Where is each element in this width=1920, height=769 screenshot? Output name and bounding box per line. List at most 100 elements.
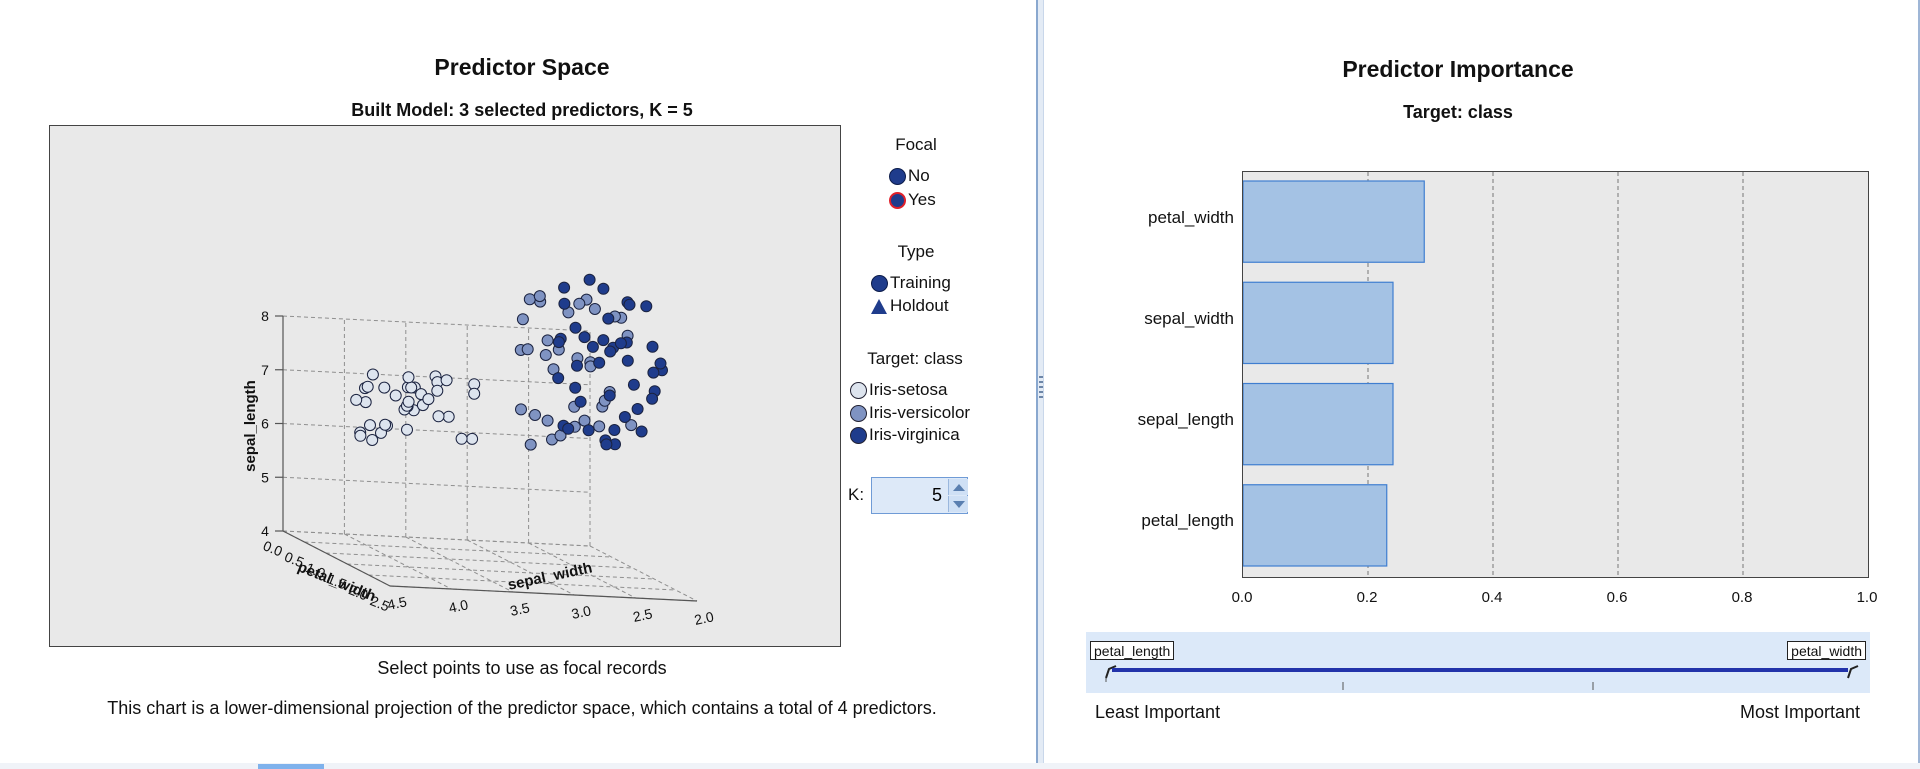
setosa-point[interactable] — [366, 368, 379, 381]
target-virginica-label: Iris-virginica — [869, 425, 960, 444]
versicolor-point[interactable] — [516, 313, 529, 326]
versicolor-point[interactable] — [533, 290, 546, 303]
setosa-point[interactable] — [402, 395, 415, 408]
virginica-point[interactable] — [574, 395, 587, 408]
setosa-point[interactable] — [431, 384, 444, 397]
virginica-point[interactable] — [597, 334, 610, 347]
target-legend-versicolor: Iris-versicolor — [850, 403, 970, 423]
y-axis-title: sepal_width — [506, 559, 594, 593]
splitter-grip-icon — [1039, 376, 1043, 400]
setosa-circle-icon — [850, 381, 867, 399]
setosa-point[interactable] — [466, 432, 479, 445]
virginica-point[interactable] — [635, 425, 648, 438]
k-decrement-button[interactable] — [948, 496, 968, 512]
versicolor-point[interactable] — [523, 293, 536, 306]
virginica-point[interactable] — [623, 298, 636, 311]
versicolor-point[interactable] — [541, 414, 554, 427]
virginica-point[interactable] — [647, 366, 660, 379]
y-tick-label: 3.5 — [509, 599, 532, 619]
slider-track[interactable] — [1086, 632, 1870, 693]
virginica-point[interactable] — [593, 356, 606, 369]
z-tick-label: 7 — [261, 362, 269, 378]
bar-sepal_length[interactable] — [1243, 382, 1394, 466]
virginica-point[interactable] — [618, 411, 631, 423]
scatter-3d-frame[interactable]: 4 5 6 7 8 0.0 0.5 1.0 1.5 2.0 2.5 4.5 4.0 3.5 3.0 2.5 2.… — [49, 125, 841, 647]
virginica-point[interactable] — [582, 424, 595, 437]
virginica-point[interactable] — [640, 300, 653, 313]
k-input[interactable] — [874, 480, 946, 511]
versicolor-point[interactable] — [524, 438, 537, 451]
virginica-point[interactable] — [571, 359, 583, 372]
y-tick-label: 4.5 — [386, 593, 409, 613]
setosa-point[interactable] — [350, 393, 363, 406]
setosa-point[interactable] — [455, 432, 468, 445]
virginica-point[interactable] — [597, 282, 610, 295]
setosa-point[interactable] — [354, 429, 367, 442]
virginica-point[interactable] — [569, 381, 582, 394]
virginica-point[interactable] — [583, 273, 596, 286]
versicolor-point[interactable] — [539, 349, 552, 361]
virginica-point[interactable] — [646, 392, 659, 405]
setosa-point[interactable] — [432, 410, 445, 423]
virginica-point[interactable] — [621, 354, 634, 367]
importance-slider[interactable]: petal_length petal_width — [1086, 632, 1870, 693]
select-points-hint: Select points to use as focal records — [377, 658, 667, 678]
setosa-point[interactable] — [442, 410, 455, 423]
triangle-icon — [871, 298, 887, 314]
k-increment-button[interactable] — [948, 479, 968, 495]
bottom-tab-indicator[interactable] — [258, 764, 324, 769]
target-versicolor-label: Iris-versicolor — [869, 403, 971, 422]
virginica-point[interactable] — [603, 389, 616, 402]
k-spinner[interactable] — [871, 477, 968, 514]
setosa-point[interactable] — [389, 389, 402, 402]
virginica-point[interactable] — [552, 336, 565, 349]
virginica-point[interactable] — [614, 337, 627, 350]
scatter-3d-plot[interactable]: 456780.00.51.01.52.02.54.5 4.0 3.5 3.0 2.5 2.… — [50, 126, 840, 646]
setosa-point[interactable] — [361, 380, 374, 393]
x-tick-label: 0.0 — [261, 537, 285, 559]
slider-right-handle[interactable] — [1847, 665, 1859, 679]
y-tick-label: 3.0 — [570, 602, 593, 622]
setosa-point[interactable] — [379, 418, 392, 431]
setosa-point[interactable] — [440, 374, 453, 387]
virginica-point[interactable] — [558, 297, 571, 310]
z-tick-label: 5 — [261, 469, 269, 485]
virginica-point[interactable] — [646, 340, 659, 353]
virginica-point[interactable] — [604, 345, 617, 358]
virginica-point[interactable] — [562, 422, 575, 435]
setosa-point[interactable] — [364, 419, 376, 432]
virginica-point[interactable] — [631, 403, 644, 415]
virginica-point[interactable] — [586, 340, 599, 353]
y-tick-label: 4.0 — [447, 596, 470, 616]
virginica-point[interactable] — [654, 357, 667, 370]
versicolor-point[interactable] — [593, 420, 606, 433]
virginica-point[interactable] — [569, 321, 582, 334]
versicolor-point[interactable] — [521, 343, 534, 356]
y-tick-label: 2.0 — [693, 608, 716, 628]
virginica-point[interactable] — [608, 424, 621, 436]
setosa-point[interactable] — [405, 381, 418, 394]
versicolor-point[interactable] — [588, 303, 601, 315]
virginica-point[interactable] — [602, 312, 615, 325]
versicolor-point[interactable] — [573, 297, 586, 310]
setosa-point[interactable] — [422, 393, 435, 406]
setosa-point[interactable] — [401, 423, 413, 436]
focal-legend-no: No — [889, 166, 930, 186]
virginica-point[interactable] — [578, 331, 591, 344]
bar-petal_width[interactable] — [1243, 180, 1425, 263]
bar-sepal_width[interactable] — [1243, 281, 1394, 365]
bar-petal_length[interactable] — [1243, 484, 1388, 567]
versicolor-point[interactable] — [529, 409, 541, 421]
virginica-point[interactable] — [600, 438, 613, 451]
setosa-point[interactable] — [402, 371, 415, 384]
setosa-point[interactable] — [378, 381, 391, 394]
versicolor-point[interactable] — [541, 334, 554, 347]
panel-splitter[interactable] — [1036, 0, 1044, 769]
virginica-point[interactable] — [627, 378, 640, 391]
target-legend-virginica: Iris-virginica — [850, 425, 960, 445]
virginica-point[interactable] — [558, 281, 571, 294]
versicolor-point[interactable] — [515, 403, 527, 416]
setosa-point[interactable] — [468, 387, 481, 400]
predictor-space-panel: Predictor Space Built Model: 3 selected … — [0, 0, 1036, 769]
virginica-point[interactable] — [552, 372, 565, 385]
